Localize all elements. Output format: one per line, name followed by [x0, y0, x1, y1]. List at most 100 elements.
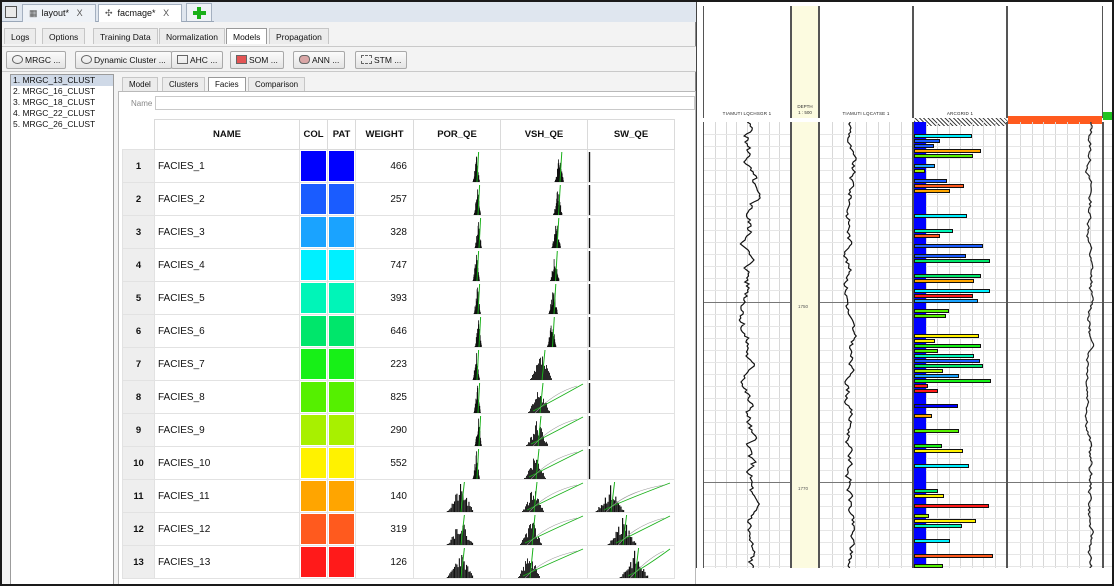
tab-model[interactable]: Model	[122, 77, 158, 91]
facies-pattern-swatch[interactable]	[327, 215, 356, 249]
facies-name-cell[interactable]: FACIES_11	[154, 479, 300, 513]
ann-button[interactable]: ANN ...	[293, 51, 346, 69]
facies-pattern-swatch[interactable]	[327, 446, 356, 480]
facies-map-panel: ▦ layout* X ✣ facmage* X Logs Options Tr…	[2, 2, 696, 584]
facies-color-swatch[interactable]	[299, 314, 328, 348]
vsh-qe-histogram	[500, 281, 588, 315]
facies-color-swatch[interactable]	[299, 479, 328, 513]
stm-button[interactable]: STM ...	[355, 51, 408, 69]
stm-icon	[361, 55, 372, 64]
tab-comparison[interactable]: Comparison	[248, 77, 306, 91]
facies-color-swatch[interactable]	[299, 149, 328, 183]
facies-name-cell[interactable]: FACIES_1	[154, 149, 300, 183]
table-row[interactable]: 4 FACIES_4 747	[122, 248, 675, 282]
close-icon[interactable]: X	[163, 8, 169, 18]
table-row[interactable]: 5 FACIES_5 393	[122, 281, 675, 315]
table-row[interactable]: 13 FACIES_13 126	[122, 545, 675, 579]
col-header-name[interactable]: NAME	[154, 119, 300, 150]
facies-pattern-swatch[interactable]	[327, 314, 356, 348]
list-item-model[interactable]: 4. MRGC_22_CLUST	[11, 108, 113, 119]
facies-name-cell[interactable]: FACIES_13	[154, 545, 300, 579]
list-item-model[interactable]: 1. MRGC_13_CLUST	[11, 75, 113, 86]
facies-color-swatch[interactable]	[299, 215, 328, 249]
facies-name-cell[interactable]: FACIES_8	[154, 380, 300, 414]
facies-color-swatch[interactable]	[299, 380, 328, 414]
col-header-vsh-qe[interactable]: VSH_QE	[500, 119, 588, 150]
facies-color-swatch[interactable]	[299, 413, 328, 447]
facies-name-cell[interactable]: FACIES_6	[154, 314, 300, 348]
facies-name-cell[interactable]: FACIES_9	[154, 413, 300, 447]
table-row[interactable]: 11 FACIES_11 140	[122, 479, 675, 513]
facies-name-cell[interactable]: FACIES_7	[154, 347, 300, 381]
facies-pattern-swatch[interactable]	[327, 182, 356, 216]
tab-options[interactable]: Options	[42, 28, 86, 44]
facies-color-swatch[interactable]	[299, 281, 328, 315]
facies-name-cell[interactable]: FACIES_12	[154, 512, 300, 546]
trace-track	[819, 122, 913, 568]
facies-color-swatch[interactable]	[299, 347, 328, 381]
facies-pattern-swatch[interactable]	[327, 149, 356, 183]
tab-propagation[interactable]: Propagation	[269, 28, 329, 44]
table-row[interactable]: 2 FACIES_2 257	[122, 182, 675, 216]
tab-models[interactable]: Models	[226, 28, 268, 44]
col-header-sw-qe[interactable]: SW_QE	[587, 119, 675, 150]
col-header-col[interactable]: COL	[299, 119, 328, 150]
layout-icon: ▦	[29, 8, 38, 18]
tab-training-data[interactable]: Training Data	[93, 28, 158, 44]
table-row[interactable]: 1 FACIES_1 466	[122, 149, 675, 183]
table-row[interactable]: 9 FACIES_9 290	[122, 413, 675, 447]
por-qe-histogram	[413, 347, 501, 381]
row-index: 1	[122, 149, 155, 183]
facies-name-cell[interactable]: FACIES_2	[154, 182, 300, 216]
por-qe-histogram	[413, 248, 501, 282]
facies-pattern-swatch[interactable]	[327, 413, 356, 447]
facies-pattern-swatch[interactable]	[327, 545, 356, 579]
col-header-por-qe[interactable]: POR_QE	[413, 119, 501, 150]
tab-normalization[interactable]: Normalization	[159, 28, 225, 44]
list-item-model[interactable]: 2. MRGC_16_CLUST	[11, 86, 113, 97]
table-row[interactable]: 7 FACIES_7 223	[122, 347, 675, 381]
tab-facies[interactable]: Facies	[208, 77, 246, 91]
col-header-pat[interactable]: PAT	[327, 119, 356, 150]
list-item-model[interactable]: 5. MRGC_26_CLUST	[11, 119, 113, 130]
mrgc-button[interactable]: MRGC ...	[6, 51, 67, 69]
facies-pattern-swatch[interactable]	[327, 512, 356, 546]
list-item-model[interactable]: 3. MRGC_18_CLUST	[11, 97, 113, 108]
facies-pattern-swatch[interactable]	[327, 248, 356, 282]
table-row[interactable]: 6 FACIES_6 646	[122, 314, 675, 348]
facies-pattern-swatch[interactable]	[327, 347, 356, 381]
facies-pattern-swatch[interactable]	[327, 380, 356, 414]
tab-logs[interactable]: Logs	[4, 28, 37, 44]
facies-color-swatch[interactable]	[299, 182, 328, 216]
facmage-icon: ✣	[105, 8, 113, 18]
facies-name-cell[interactable]: FACIES_10	[154, 446, 300, 480]
som-button[interactable]: SOM ...	[230, 51, 284, 69]
close-icon[interactable]: X	[77, 8, 83, 18]
table-row[interactable]: 12 FACIES_12 319	[122, 512, 675, 546]
app-menu-icon[interactable]	[5, 6, 17, 18]
facies-name-cell[interactable]: FACIES_5	[154, 281, 300, 315]
facies-color-swatch[interactable]	[299, 512, 328, 546]
facies-pattern-swatch[interactable]	[327, 281, 356, 315]
add-tab-button[interactable]	[186, 3, 212, 21]
facies-color-swatch[interactable]	[299, 446, 328, 480]
tab-clusters[interactable]: Clusters	[162, 77, 206, 91]
facies-name-cell[interactable]: FACIES_4	[154, 248, 300, 282]
facies-weight-cell: 825	[355, 380, 414, 414]
table-row[interactable]: 3 FACIES_3 328	[122, 215, 675, 249]
dynamic-cluster-button[interactable]: Dynamic Cluster ...	[75, 51, 172, 69]
doc-tab-label: layout*	[41, 8, 70, 18]
facies-pattern-swatch[interactable]	[327, 479, 356, 513]
col-header-weight[interactable]: WEIGHT	[355, 119, 414, 150]
doc-tab-facmage[interactable]: ✣ facmage* X	[98, 4, 182, 22]
facies-color-swatch[interactable]	[299, 545, 328, 579]
ahc-button[interactable]: AHC ...	[171, 51, 224, 69]
facies-name-cell[interactable]: FACIES_3	[154, 215, 300, 249]
doc-tab-layout[interactable]: ▦ layout* X	[22, 4, 96, 22]
facies-color-swatch[interactable]	[299, 248, 328, 282]
table-row[interactable]: 8 FACIES_8 825	[122, 380, 675, 414]
model-toolbar: MRGC ... Dynamic Cluster ... AHC ... SOM…	[2, 46, 696, 72]
name-field[interactable]	[155, 96, 695, 110]
table-row[interactable]: 10 FACIES_10 552	[122, 446, 675, 480]
facies-bar-track	[913, 122, 1007, 568]
